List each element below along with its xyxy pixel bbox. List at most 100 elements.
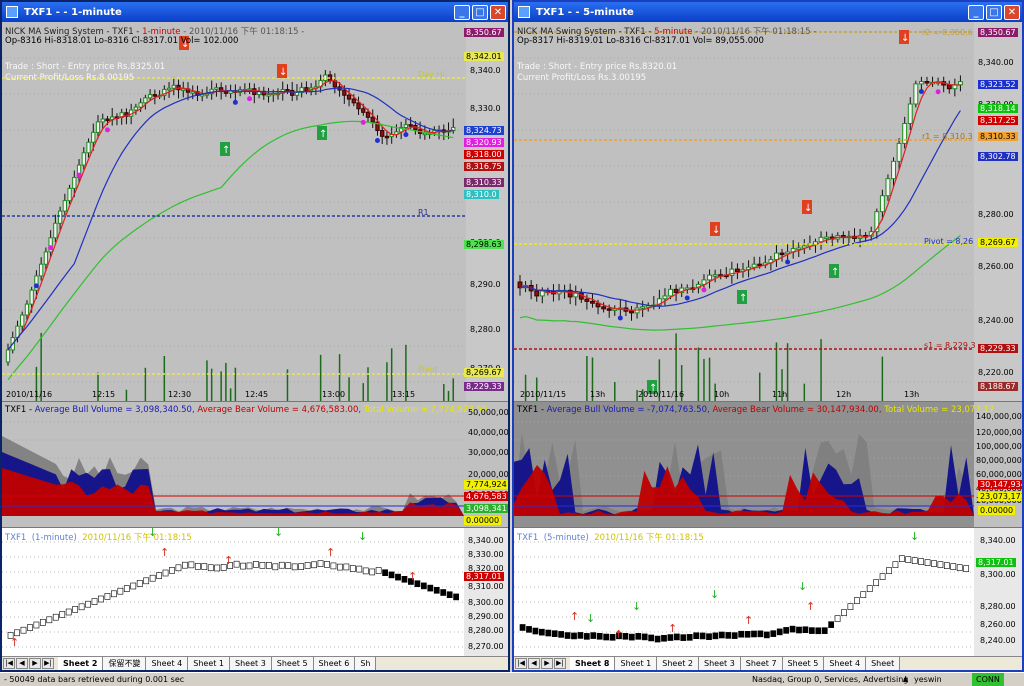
sheet-tab[interactable]: Sheet 3	[699, 657, 741, 670]
bear-candle	[152, 94, 157, 97]
last-sheet-button[interactable]: ▶|	[554, 658, 566, 669]
kagi-down-box	[770, 630, 777, 637]
kagi-down-box	[603, 633, 610, 641]
price-pane[interactable]: ↓ ↓ ↑ ↑ NICK MA Swing System - TXF1 - 1-min…	[2, 22, 508, 402]
kagi-last-price-tag: 8,317.01	[976, 558, 1016, 567]
kagi-up-box	[182, 561, 188, 569]
sheet-tab[interactable]: Sheet 3	[230, 657, 272, 670]
status-message: - 50049 data bars retrieved during 0.001…	[4, 675, 185, 684]
buy-arrow-icon-glyph: ↑	[222, 145, 230, 156]
prev-sheet-button[interactable]: ◀	[528, 658, 540, 669]
kagi-up-box	[349, 565, 356, 572]
bear-candle	[629, 310, 634, 314]
volume-header: TXF1 - Average Bull Volume = -7,074,763.…	[517, 405, 995, 415]
close-icon[interactable]: ✕	[1004, 4, 1020, 20]
bear-candle	[223, 91, 229, 94]
kagi-up-box	[59, 611, 66, 618]
kagi-up-box	[950, 563, 957, 570]
chart-window-1min[interactable]: TXF1 - - 1-minute _ □ ✕ ↓ ↓ ↑ ↑ NICK MA Swi…	[0, 0, 510, 672]
sheet-tab[interactable]: Sheet 5	[782, 657, 825, 670]
window-titlebar[interactable]: TXF1 - - 1-minute _ □ ✕	[2, 2, 508, 22]
swing-dot	[33, 283, 39, 289]
sheet-tab[interactable]: Sheet 8	[570, 657, 616, 670]
first-sheet-button[interactable]: |◀	[515, 658, 527, 669]
kagi-pane[interactable]: ↑ ↑ ↑ ↑ ↑ ↓ ↓ ↓ TXF1 (1-minute) 2010/11/16 下午 0…	[2, 528, 508, 658]
bear-candle	[346, 94, 352, 100]
bull-candle	[885, 178, 891, 197]
sell-arrow-icon-glyph: ↓	[901, 33, 909, 44]
next-sheet-button[interactable]: ▶	[541, 658, 553, 669]
chart-window-5min[interactable]: TXF1 - - 5-minute _ □ ✕ ↓ ↓ ↓ ↑ ↑ ↑ NICK MA S…	[512, 0, 1024, 672]
kagi-down-box	[706, 633, 712, 640]
sheet-tab[interactable]: Sheet 4	[146, 657, 189, 670]
sheet-tab[interactable]: Sheet 4	[824, 657, 867, 670]
kagi-down-box	[796, 626, 802, 634]
minimize-icon[interactable]: _	[454, 4, 470, 20]
kagi-last-price-tag: 8,317.01	[464, 572, 504, 581]
sheet-tab[interactable]: Sheet 7	[740, 657, 783, 670]
kagi-up-box	[369, 568, 376, 576]
sheet-tabs: Sheet 8 Sheet 1 Sheet 2 Sheet 3 Sheet 7 Sheet…	[570, 657, 901, 670]
kagi-down-box	[808, 627, 815, 634]
window-titlebar[interactable]: TXF1 - - 5-minute _ □ ✕	[514, 2, 1022, 22]
price-tag: 8,342.01	[464, 52, 504, 61]
sheet-tab[interactable]: Sheet	[866, 657, 901, 670]
sheet-tab[interactable]: Sheet 5	[271, 657, 314, 670]
minimize-icon[interactable]: _	[968, 4, 984, 20]
close-icon[interactable]: ✕	[490, 4, 506, 20]
kagi-up-box	[860, 591, 867, 598]
sheet-tab[interactable]: 保留不變	[103, 657, 147, 670]
kagi-axis-background	[464, 528, 508, 657]
bear-candle	[606, 308, 612, 311]
axis-tick-label: 8,280.00	[468, 626, 504, 635]
kagi-down-box	[453, 593, 460, 601]
sheet-tab[interactable]: Sheet 2	[657, 657, 700, 670]
sheet-tab[interactable]: Sheet 1	[188, 657, 231, 670]
kagi-pane[interactable]: ↑ ↑ ↑ ↑ ↑ ↓ ↓ ↓ ↓ ↓ TXF1 (5-minute) 2010/11/16 下午…	[514, 528, 1022, 658]
time-tick-label: 12h	[836, 390, 852, 399]
kagi-down-box	[654, 635, 661, 643]
axis-tick-label: 8,290.0	[470, 280, 501, 289]
bear-candle	[370, 116, 375, 123]
next-sheet-button[interactable]: ▶	[29, 658, 41, 669]
sheet-tab[interactable]: Sheet 2	[58, 657, 104, 670]
price-tag: 8,318.14	[978, 104, 1018, 113]
kagi-down-box	[583, 633, 590, 640]
prev-sheet-button[interactable]: ◀	[16, 658, 28, 669]
kagi-down-box	[433, 587, 440, 594]
bull-candle	[5, 349, 11, 363]
first-sheet-button[interactable]: |◀	[3, 658, 15, 669]
bear-candle	[361, 108, 366, 113]
kagi-down-box	[519, 624, 526, 631]
maximize-icon[interactable]: □	[472, 4, 488, 20]
sheet-tab[interactable]: Sheet 1	[615, 657, 658, 670]
price-tag: 8,323.52	[978, 80, 1018, 89]
kagi-up-box	[194, 563, 201, 570]
kagi-down-box	[725, 632, 732, 639]
sheet-tab[interactable]: Sheet 6	[313, 657, 356, 670]
sell-arrow-icon: ↓	[910, 530, 919, 543]
price-pane[interactable]: ↓ ↓ ↓ ↑ ↑ ↑ NICK MA Swing System - TXF1 - 5-m…	[514, 22, 1022, 402]
kagi-up-box	[33, 621, 40, 629]
bull-candle	[91, 131, 96, 143]
price-tag: 4,676,583	[464, 492, 508, 501]
bear-candle	[734, 268, 740, 273]
last-sheet-button[interactable]: ▶|	[42, 658, 54, 669]
volume-pane[interactable]: TXF1 - Average Bull Volume = 3,098,340.5…	[2, 402, 508, 528]
user-icon: ♟	[902, 675, 910, 684]
maximize-icon[interactable]: □	[986, 4, 1002, 20]
sheet-tab[interactable]: Sh	[355, 657, 377, 670]
r1-label: R1	[418, 208, 429, 217]
bull-candle	[294, 91, 300, 96]
kagi-up-box	[285, 562, 292, 570]
volume-pane[interactable]: TXF1 - Average Bull Volume = -7,074,763.…	[514, 402, 1022, 528]
kagi-down-box	[648, 634, 655, 642]
bull-candle	[824, 236, 830, 240]
pivot-label: Pivot = 8,26	[924, 237, 974, 246]
buy-arrow-icon-glyph: ↑	[739, 293, 747, 304]
ohlc-readout: Op-8317 Hi-8319.01 Lo-8316 Cl-8317.01 Vo…	[517, 36, 764, 46]
bear-candle	[601, 306, 607, 310]
kagi-down-box	[395, 573, 401, 581]
kagi-up-box	[91, 598, 98, 605]
kagi-up-box	[175, 564, 182, 572]
